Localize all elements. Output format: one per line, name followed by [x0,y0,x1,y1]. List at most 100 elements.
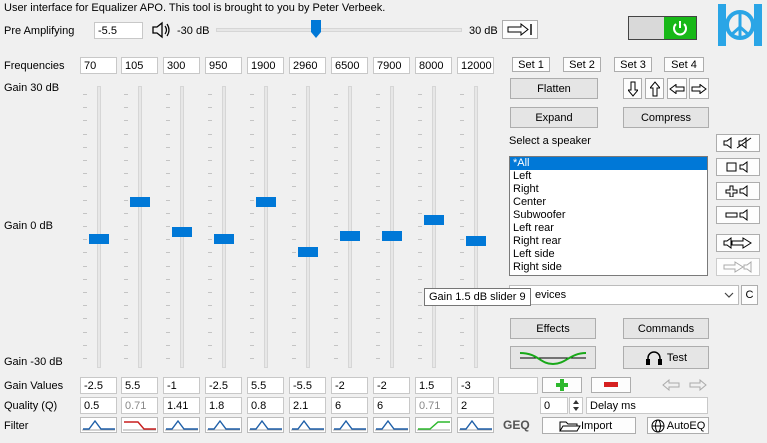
quality-input-3[interactable]: 1.41 [163,397,200,414]
gain-slider-thumb-2[interactable] [130,197,150,207]
frequency-input-10[interactable]: 12000 [457,57,494,74]
speaker-list-item[interactable]: Left rear [510,222,707,235]
gain-value-input-1[interactable]: -2.5 [80,377,117,394]
gain-value-input-3[interactable]: -1 [163,377,200,394]
compress-button[interactable]: Compress [623,107,709,128]
speaker-list-item[interactable]: Right [510,183,707,196]
speaker-route-disabled-button[interactable] [716,258,760,276]
speaker-add-button[interactable] [716,182,760,200]
gain-value-input-7[interactable]: -2 [331,377,368,394]
move-up-button[interactable] [645,78,664,99]
filter-type-button-1[interactable] [80,417,117,433]
gain-slider-track-5[interactable] [264,86,268,368]
filter-type-button-7[interactable] [331,417,368,433]
gain-slider-track-4[interactable] [222,86,226,368]
frequency-input-2[interactable]: 105 [121,57,158,74]
flatten-button[interactable]: Flatten [510,78,598,99]
set-3-button[interactable]: Set 3 [614,57,652,72]
gain-slider-thumb-3[interactable] [172,227,192,237]
set-4-button[interactable]: Set 4 [664,57,704,72]
device-select[interactable]: evices [509,285,739,305]
gain-value-input-10[interactable]: -3 [457,377,494,394]
speaker-list-item[interactable]: Subwoofer [510,209,707,222]
frequency-input-6[interactable]: 2960 [289,57,326,74]
set-1-button[interactable]: Set 1 [512,57,550,72]
move-left-button[interactable] [667,78,687,99]
curve-view-button[interactable] [510,346,596,369]
gain-slider-thumb-1[interactable] [89,234,109,244]
gain-slider-thumb-8[interactable] [382,231,402,241]
gain-value-input-9[interactable]: 1.5 [415,377,452,394]
speaker-remove-button[interactable] [716,206,760,224]
speaker-box-button[interactable] [716,158,760,176]
filter-type-button-8[interactable] [373,417,410,433]
gain-value-input-4[interactable]: -2.5 [205,377,242,394]
filter-type-button-5[interactable] [247,417,284,433]
gain-slider-thumb-5[interactable] [256,197,276,207]
speaker-list[interactable]: *All Left Right Center Subwoofer Left rear Rig… [509,156,708,276]
frequency-input-3[interactable]: 300 [163,57,200,74]
filter-type-button-2[interactable] [121,417,158,433]
quality-input-1[interactable]: 0.5 [80,397,117,414]
speaker-list-item[interactable]: Left side [510,248,707,261]
quality-input-2[interactable]: 0.71 [121,397,158,414]
quality-input-7[interactable]: 6 [331,397,368,414]
device-config-button[interactable]: C [741,285,758,305]
import-button[interactable]: Import [542,417,636,434]
frequency-input-9[interactable]: 8000 [415,57,452,74]
filter-type-button-9[interactable] [415,417,452,433]
filter-type-button-10[interactable] [457,417,494,433]
expand-button[interactable]: Expand [510,107,598,128]
arrow-right-disabled-icon[interactable] [689,379,707,391]
quality-input-4[interactable]: 1.8 [205,397,242,414]
frequency-input-1[interactable]: 70 [80,57,117,74]
frequency-input-8[interactable]: 7900 [373,57,410,74]
delay-spinner[interactable] [569,397,583,414]
power-toggle[interactable] [628,16,697,40]
gain-slider-thumb-4[interactable] [214,234,234,244]
quality-input-8[interactable]: 6 [373,397,410,414]
gain-slider-thumb-10[interactable] [466,236,486,246]
gain-slider-thumb-6[interactable] [298,247,318,257]
filter-type-button-4[interactable] [205,417,242,433]
gain-slider-track-8[interactable] [390,86,394,368]
quality-input-9[interactable]: 0.71 [415,397,452,414]
speaker-route-button[interactable] [716,234,760,252]
delay-input[interactable]: 0 [540,397,568,414]
filter-type-button-6[interactable] [289,417,326,433]
gain-value-input-2[interactable]: 5.5 [121,377,158,394]
speaker-volume-icon[interactable] [150,20,172,40]
preamp-input[interactable]: -5.5 [94,22,143,39]
speaker-list-item[interactable]: Right side [510,261,707,274]
remove-band-button[interactable] [591,377,631,393]
speaker-list-item[interactable]: *All [510,157,707,170]
test-button[interactable]: Test [623,346,709,369]
autoeq-button[interactable]: AutoEQ [647,417,709,434]
mute-speaker-button[interactable] [716,134,760,152]
add-band-button[interactable] [542,377,582,393]
frequency-input-4[interactable]: 950 [205,57,242,74]
gain-slider-track-10[interactable] [474,86,478,368]
quality-input-10[interactable]: 2 [457,397,494,414]
filter-type-button-3[interactable] [163,417,200,433]
speaker-list-item[interactable]: Right rear [510,235,707,248]
speaker-list-item[interactable]: Left [510,170,707,183]
commands-button[interactable]: Commands [623,318,709,339]
gain-value-input-6[interactable]: -5.5 [289,377,326,394]
preamp-apply-button[interactable] [502,20,538,39]
preamp-slider-thumb[interactable] [311,20,321,38]
gain-slider-thumb-7[interactable] [340,231,360,241]
move-down-button[interactable] [623,78,642,99]
arrow-left-disabled-icon[interactable] [662,379,680,391]
effects-button[interactable]: Effects [510,318,596,339]
gain-slider-thumb-9[interactable] [424,215,444,225]
gain-value-input-8[interactable]: -2 [373,377,410,394]
speaker-list-item[interactable]: Center [510,196,707,209]
set-2-button[interactable]: Set 2 [563,57,601,72]
gain-slider-track-2[interactable] [138,86,142,368]
quality-input-5[interactable]: 0.8 [247,397,284,414]
frequency-input-5[interactable]: 1900 [247,57,284,74]
gain-slider-track-7[interactable] [348,86,352,368]
geq-label[interactable]: GEQ [503,418,530,432]
gain-slider-track-9[interactable] [432,86,436,368]
